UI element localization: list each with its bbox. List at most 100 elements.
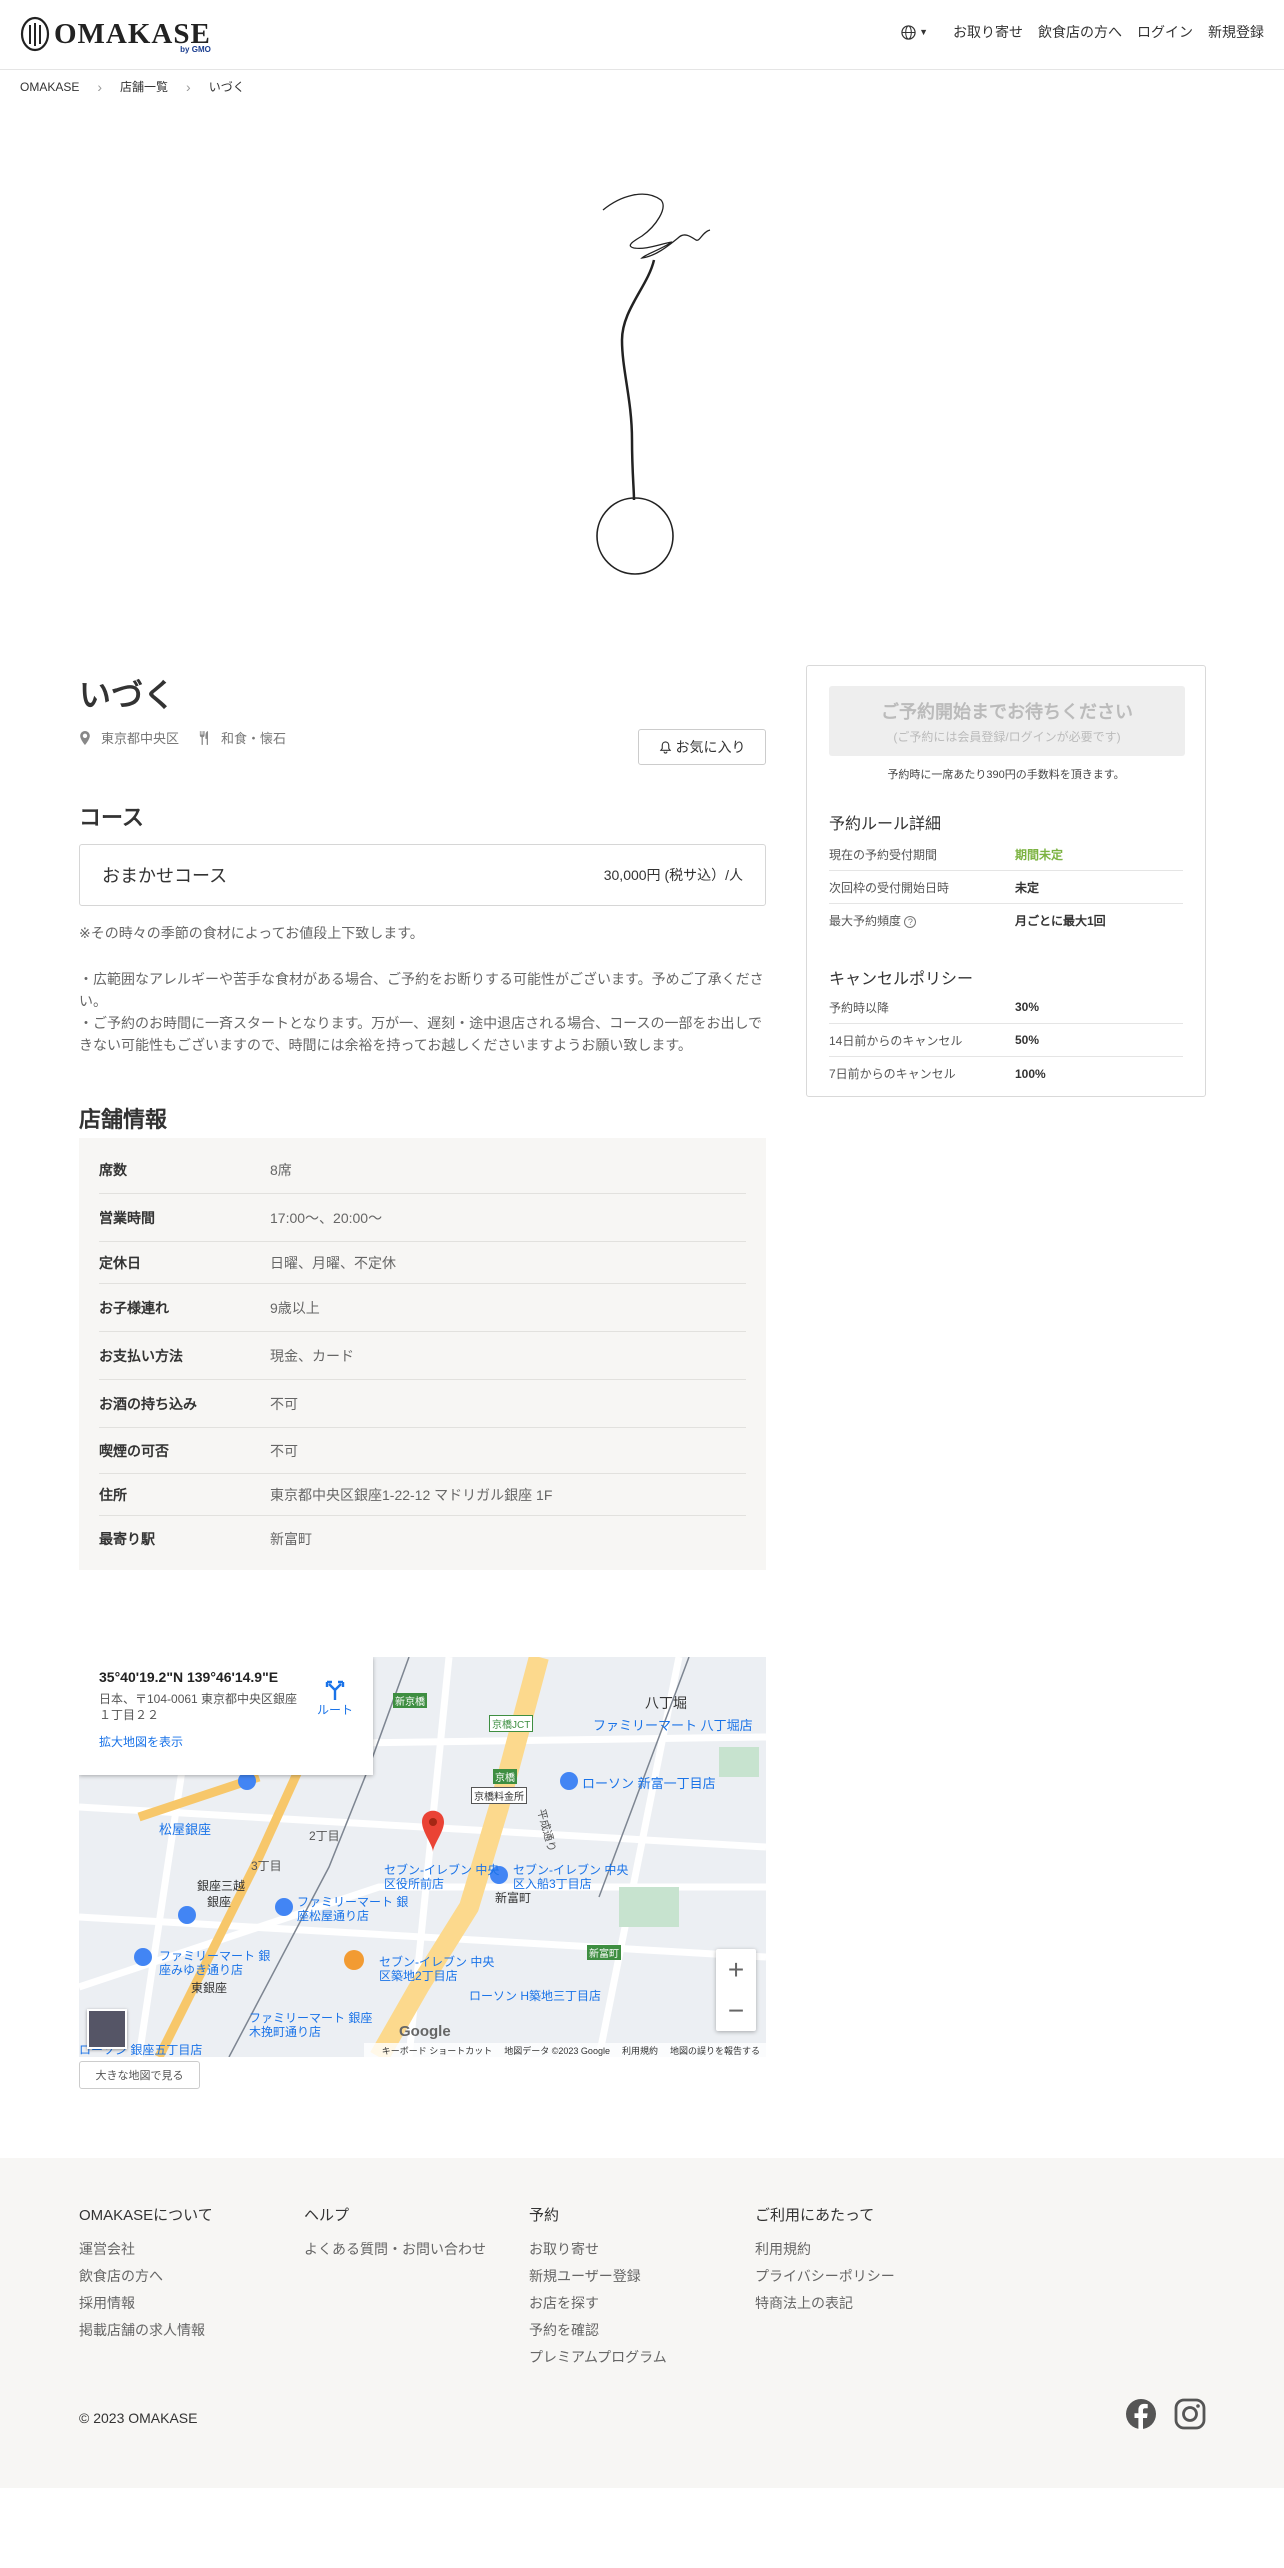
- footer-link[interactable]: 利用規約: [755, 2241, 895, 2257]
- footer-heading: ヘルプ: [304, 2207, 350, 2224]
- reserve-button[interactable]: ご予約開始までお待ちください (ご予約には会員登録/ログインが必要です): [829, 686, 1185, 756]
- breadcrumb-home[interactable]: OMAKASE: [20, 80, 79, 94]
- info-label: 住所: [99, 1486, 127, 1503]
- course-card[interactable]: おまかせコース 30,000円 (税サ込）/人: [79, 844, 766, 906]
- footer-link[interactable]: お取り寄せ: [529, 2241, 667, 2257]
- info-row-payment: お支払い方法 現金、カード: [99, 1332, 746, 1380]
- footer-link[interactable]: 特商法上の表記: [755, 2295, 895, 2311]
- map-label: ローソン 新富一丁目店: [582, 1776, 716, 1791]
- map-label: セブン-イレブン 中央区役所前店: [384, 1863, 500, 1891]
- info-label: お支払い方法: [99, 1347, 183, 1364]
- zoom-out-button[interactable]: −: [716, 1990, 756, 2031]
- nav-signup[interactable]: 新規登録: [1208, 22, 1264, 42]
- footer-link[interactable]: よくある質問・お問い合わせ: [304, 2241, 486, 2257]
- route-label: ルート: [316, 1703, 353, 1717]
- favorite-label: お気に入り: [675, 739, 746, 755]
- map-label: 新富町: [587, 1945, 621, 1960]
- rules-list: 現在の予約受付期間 期間未定 次回枠の受付開始日時 未定 最大予約頻度 ? 月ごとに最…: [829, 838, 1183, 937]
- info-row-address: 住所 東京都中央区銀座1-22-12 マドリガル銀座 1F: [99, 1474, 746, 1516]
- footer-link[interactable]: 運営会社: [79, 2241, 213, 2257]
- footer-link[interactable]: プレミアムプログラム: [529, 2349, 667, 2365]
- omakase-logo[interactable]: OMAKASE by GMO: [20, 16, 211, 54]
- cancel-heading: キャンセルポリシー: [829, 971, 974, 988]
- map-report-error[interactable]: 地図の誤りを報告する: [670, 2044, 760, 2057]
- restaurant-area[interactable]: 東京都中央区: [101, 728, 179, 747]
- info-row-station: 最寄り駅 新富町: [99, 1516, 746, 1562]
- info-row-smoking: 喫煙の可否 不可: [99, 1428, 746, 1474]
- chevron-right-icon: ›: [97, 78, 103, 95]
- store-info-heading: 店舗情報: [79, 1107, 168, 1132]
- restaurant-genre[interactable]: 和食・懐石: [221, 728, 286, 747]
- zoom-in-button[interactable]: +: [716, 1949, 756, 1990]
- info-value: 東京都中央区銀座1-22-12 マドリガル銀座 1F: [270, 1486, 553, 1503]
- site-footer: OMAKASEについて 運営会社 飲食店の方へ 採用情報 掲載店舗の求人情報 ヘ…: [0, 2158, 1284, 2488]
- breadcrumb-store-list[interactable]: 店舗一覧: [120, 78, 168, 95]
- nav-for-restaurants[interactable]: 飲食店の方へ: [1038, 22, 1122, 42]
- rule-label: 現在の予約受付期間: [829, 847, 938, 862]
- facebook-icon[interactable]: [1125, 2398, 1157, 2430]
- course-heading: コース: [79, 805, 144, 830]
- chevron-right-icon: ›: [186, 78, 191, 95]
- language-selector[interactable]: ▼: [901, 24, 928, 40]
- rule-value: 月ごとに最大1回: [1015, 914, 1106, 928]
- nav-login[interactable]: ログイン: [1137, 22, 1193, 42]
- map-label: ローソン H築地三丁目店: [469, 1989, 602, 2003]
- info-label: 最寄り駅: [99, 1531, 155, 1547]
- footer-heading: 予約: [529, 2207, 560, 2224]
- footer-link[interactable]: 飲食店の方へ: [79, 2268, 213, 2284]
- breadcrumb: OMAKASE › 店舗一覧 › いづく: [20, 78, 245, 95]
- favorite-button[interactable]: お気に入り: [638, 729, 766, 765]
- footer-link[interactable]: お店を探す: [529, 2295, 667, 2311]
- info-label: 営業時間: [99, 1209, 155, 1226]
- cancel-list: 予約時以降 30% 14日前からのキャンセル 50% 7日前からのキャンセル 100%: [829, 991, 1183, 1090]
- cancel-row: 7日前からのキャンセル 100%: [829, 1057, 1183, 1090]
- map-label: セブン-イレブン 中央区入船3丁目店: [513, 1863, 629, 1891]
- rule-value: 期間未定: [1015, 847, 1064, 862]
- info-value: 不可: [270, 1395, 298, 1412]
- map-enlarge-link[interactable]: 拡大地図を表示: [99, 1733, 353, 1750]
- map-label: 新京橋: [393, 1693, 427, 1708]
- rules-heading: 予約ルール詳細: [829, 816, 942, 833]
- large-map-button[interactable]: 大きな地図で見る: [79, 2061, 200, 2089]
- map-route-button[interactable]: ルート: [317, 1679, 353, 1718]
- cancel-label: 7日前からのキャンセル: [829, 1067, 956, 1081]
- info-value: 17:00～、20:00～: [270, 1209, 383, 1226]
- map-info-card: 35°40'19.2"N 139°46'14.9"E 日本、〒104-0061 …: [79, 1657, 373, 1775]
- footer-heading: OMAKASEについて: [79, 2207, 213, 2224]
- map-label: セブン-イレブン 中央区築地2丁目店: [379, 1955, 495, 1983]
- footer-link[interactable]: プライバシーポリシー: [755, 2268, 895, 2284]
- copyright: © 2023 OMAKASE: [79, 2410, 198, 2426]
- map-zoom-control: + −: [716, 1949, 756, 2031]
- directions-icon: [325, 1680, 345, 1700]
- course-note-policy: ・広範囲なアレルギーや苦手な食材がある場合、ご予約をお断りする可能性がございます…: [79, 971, 764, 1053]
- footer-link[interactable]: 新規ユーザー登録: [529, 2268, 667, 2284]
- footer-link[interactable]: 予約を確認: [529, 2322, 667, 2338]
- nav-takeout[interactable]: お取り寄せ: [953, 22, 1023, 42]
- chevron-down-icon: ▼: [919, 27, 928, 37]
- map-terms[interactable]: 利用規約: [622, 2044, 658, 2057]
- rule-label: 次回枠の受付開始日時: [829, 880, 950, 895]
- fee-note: 予約時に一席あたり390円の手数料を頂きます。: [887, 769, 1125, 781]
- info-label: お酒の持ち込み: [99, 1395, 197, 1412]
- course-price: 30,000円 (税サ込）/人: [603, 867, 743, 883]
- map-keyboard-shortcuts[interactable]: キーボード ショートカット: [382, 2044, 493, 2057]
- cancel-row: 14日前からのキャンセル 50%: [829, 1024, 1183, 1057]
- map-label: 京橋料金所: [471, 1787, 527, 1804]
- footer-link[interactable]: 掲載店舗の求人情報: [79, 2322, 213, 2338]
- map-label: 2丁目: [309, 1829, 340, 1843]
- logo-gmo: by GMO: [180, 45, 211, 54]
- info-label: 喫煙の可否: [99, 1442, 169, 1459]
- rule-row: 次回枠の受付開始日時 未定: [829, 871, 1183, 904]
- map-label: 京橋: [493, 1769, 517, 1784]
- map-satellite-toggle[interactable]: [87, 2009, 127, 2049]
- map-coordinates: 35°40'19.2"N 139°46'14.9"E: [99, 1669, 279, 1685]
- info-label: お子様連れ: [99, 1299, 169, 1316]
- footer-link[interactable]: 採用情報: [79, 2295, 213, 2311]
- google-map[interactable]: 八丁堀 ファミリーマート 八丁堀店 ローソン 新富一丁目店 松屋銀座 銀座三越 …: [79, 1657, 766, 2057]
- map-label: 京橋JCT: [489, 1715, 534, 1732]
- info-label: 定休日: [99, 1254, 141, 1271]
- map-pin-icon: [80, 730, 90, 745]
- instagram-icon[interactable]: [1174, 2398, 1206, 2430]
- help-icon[interactable]: ?: [904, 916, 917, 928]
- social-links: [1108, 2398, 1206, 2430]
